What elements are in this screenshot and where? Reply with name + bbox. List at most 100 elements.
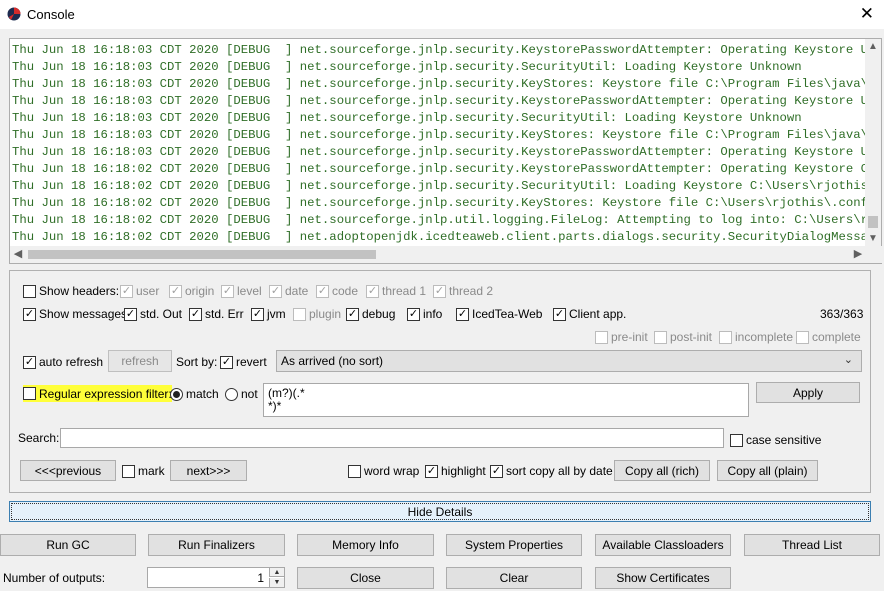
show-messages-checkbox[interactable]: ✓ Show messages [23, 306, 127, 322]
thread-list-button[interactable]: Thread List [744, 534, 880, 556]
spinner-up-icon[interactable]: ▲ [269, 568, 284, 577]
search-input[interactable] [60, 428, 724, 448]
horizontal-scroll-thumb[interactable] [28, 250, 376, 259]
checkbox-box [23, 284, 36, 298]
incomplete-checkbox: incomplete [719, 329, 793, 345]
apply-button[interactable]: Apply [756, 382, 860, 403]
checkbox-box: ✓ [23, 307, 36, 321]
regex-filter-checkbox[interactable]: Regular expression filter: [23, 385, 172, 402]
previous-button[interactable]: <<<previous [20, 460, 116, 481]
info-checkbox[interactable]: ✓ info [407, 306, 442, 322]
system-properties-button[interactable]: System Properties [446, 534, 582, 556]
outputs-spinner[interactable]: 1 ▲ ▼ [147, 567, 285, 588]
scroll-right-icon[interactable]: ▶ [850, 246, 866, 263]
header-thread2-checkbox: ✓ thread 2 [433, 283, 493, 299]
checkbox-box: ✓ [251, 307, 264, 321]
checkbox-label: sort copy all by date [506, 464, 613, 478]
sort-copy-checkbox[interactable]: ✓ sort copy all by date [490, 463, 613, 479]
next-button[interactable]: next>>> [170, 460, 247, 481]
checkbox-label: Show headers: [39, 284, 120, 298]
header-level-checkbox: ✓ level [221, 283, 262, 299]
vertical-scroll-thumb[interactable] [868, 216, 878, 228]
checkbox-label: IcedTea-Web [472, 307, 543, 321]
checkbox-box: ✓ [221, 284, 234, 298]
search-label: Search: [18, 430, 59, 446]
run-finalizers-button[interactable]: Run Finalizers [148, 534, 285, 556]
sort-select[interactable]: As arrived (no sort) ⌄ [276, 350, 862, 372]
checkbox-box [293, 307, 306, 321]
scroll-down-icon[interactable]: ▼ [865, 231, 881, 247]
horizontal-scrollbar[interactable]: ◀ ▶ [10, 246, 882, 263]
hide-details-button[interactable]: Hide Details [9, 501, 871, 522]
show-certificates-button[interactable]: Show Certificates [595, 567, 731, 589]
checkbox-label: highlight [441, 464, 486, 478]
close-button[interactable]: Close [297, 567, 434, 589]
copy-all-rich-button[interactable]: Copy all (rich) [614, 460, 710, 481]
memory-info-button[interactable]: Memory Info [297, 534, 434, 556]
checkbox-box: ✓ [169, 284, 182, 298]
regex-pattern-input[interactable]: (m?)(.* *)* [263, 383, 749, 417]
checkbox-box: ✓ [425, 464, 438, 478]
clear-button[interactable]: Clear [446, 567, 582, 589]
checkbox-box: ✓ [23, 355, 36, 369]
checkbox-box: ✓ [120, 284, 133, 298]
scroll-left-icon[interactable]: ◀ [10, 246, 26, 263]
scroll-up-icon[interactable]: ▲ [865, 39, 881, 55]
chevron-down-icon: ⌄ [843, 354, 853, 366]
checkbox-label: debug [362, 307, 396, 321]
checkbox-label: incomplete [735, 330, 794, 344]
match-radio[interactable]: match [170, 386, 219, 402]
log-area[interactable]: Thu Jun 18 16:18:03 CDT 2020 [DEBUG ] ne… [9, 38, 882, 264]
radio-circle [170, 387, 183, 401]
run-gc-button[interactable]: Run GC [0, 534, 136, 556]
highlight-checkbox[interactable]: ✓ highlight [425, 463, 486, 479]
header-origin-checkbox: ✓ origin [169, 283, 214, 299]
checkbox-box: ✓ [189, 307, 202, 321]
header-thread1-checkbox: ✓ thread 1 [366, 283, 426, 299]
checkbox-box [730, 433, 743, 447]
refresh-button[interactable]: refresh [108, 350, 172, 372]
case-sensitive-checkbox[interactable]: case sensitive [730, 432, 821, 448]
checkbox-box [595, 330, 608, 344]
copy-all-plain-button[interactable]: Copy all (plain) [717, 460, 818, 481]
show-headers-checkbox[interactable]: Show headers: [23, 283, 119, 299]
checkbox-label: level [237, 284, 262, 298]
log-line: Thu Jun 18 16:18:03 CDT 2020 [DEBUG ] ne… [12, 43, 866, 57]
checkbox-label: Client app. [569, 307, 627, 321]
checkbox-label: mark [138, 464, 165, 478]
outputs-label: Number of outputs: [3, 570, 105, 586]
client-app-checkbox[interactable]: ✓ Client app. [553, 306, 626, 322]
sort-by-label: Sort by: [176, 354, 217, 370]
close-icon[interactable]: ✕ [860, 4, 874, 24]
available-classloaders-button[interactable]: Available Classloaders [595, 534, 731, 556]
checkbox-box [348, 464, 361, 478]
checkbox-label: code [332, 284, 359, 298]
spinner-down-icon[interactable]: ▼ [269, 578, 284, 587]
log-line: Thu Jun 18 16:18:02 CDT 2020 [DEBUG ] ne… [12, 213, 866, 227]
checkbox-label: word wrap [364, 464, 420, 478]
checkbox-box [23, 387, 36, 400]
count-text: 363/363 [820, 307, 864, 321]
std-out-checkbox[interactable]: ✓ std. Out [124, 306, 182, 322]
checkbox-box: ✓ [433, 284, 446, 298]
word-wrap-checkbox[interactable]: word wrap [348, 463, 419, 479]
header-code-checkbox: ✓ code [316, 283, 358, 299]
revert-checkbox[interactable]: ✓ revert [220, 354, 267, 370]
std-err-checkbox[interactable]: ✓ std. Err [189, 306, 244, 322]
vertical-scrollbar[interactable]: ▲ ▼ [865, 39, 881, 247]
pre-init-checkbox: pre-init [595, 329, 648, 345]
radio-label: not [241, 387, 258, 401]
mark-checkbox[interactable]: mark [122, 463, 165, 479]
jvm-checkbox[interactable]: ✓ jvm [251, 306, 286, 322]
log-line: Thu Jun 18 16:18:03 CDT 2020 [DEBUG ] ne… [12, 111, 802, 125]
checkbox-box [654, 330, 667, 344]
debug-checkbox[interactable]: ✓ debug [346, 306, 395, 322]
checkbox-label: complete [812, 330, 861, 344]
checkbox-label: plugin [309, 307, 342, 321]
auto-refresh-checkbox[interactable]: ✓ auto refresh [23, 354, 103, 370]
post-init-checkbox: post-init [654, 329, 712, 345]
not-radio[interactable]: not [225, 386, 258, 402]
icedtea-web-checkbox[interactable]: ✓ IcedTea-Web [456, 306, 542, 322]
log-line: Thu Jun 18 16:18:02 CDT 2020 [DEBUG ] ne… [12, 196, 866, 210]
sort-by-text: Sort by: [176, 355, 218, 369]
